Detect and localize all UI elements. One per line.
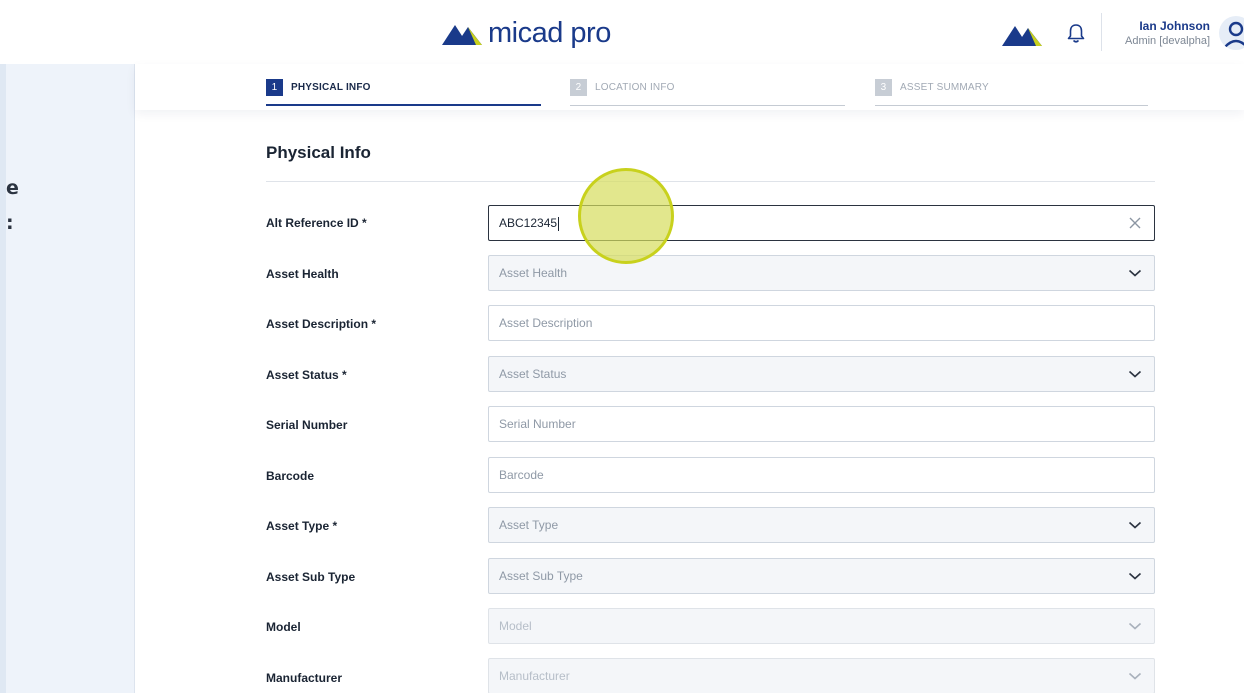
barcode-input[interactable]: Barcode xyxy=(488,457,1155,493)
input-placeholder: Asset Description xyxy=(499,316,593,330)
step-number: 1 xyxy=(266,79,283,96)
field-label: Asset Health xyxy=(266,267,339,281)
close-icon[interactable] xyxy=(1128,216,1142,230)
step-physical-info[interactable]: 1 PHYSICAL INFO xyxy=(266,79,371,96)
field-label: Serial Number xyxy=(266,418,348,432)
chevron-down-icon xyxy=(1128,269,1142,277)
step-asset-summary[interactable]: 3 ASSET SUMMARY xyxy=(875,79,989,96)
step-underline xyxy=(570,105,845,106)
step-location-info[interactable]: 2 LOCATION INFO xyxy=(570,79,675,96)
left-panel-text-fragment: : xyxy=(6,212,14,234)
field-label: Asset Sub Type xyxy=(266,570,356,584)
chevron-down-icon xyxy=(1128,572,1142,580)
app-header: micad pro Ian Johnson Admin [devalpha] xyxy=(0,0,1244,64)
asset-status-select[interactable]: Asset Status xyxy=(488,356,1155,392)
chevron-down-icon xyxy=(1128,370,1142,378)
left-panel-text-fragment: e xyxy=(6,177,19,199)
field-label: Model xyxy=(266,620,301,634)
step-underline xyxy=(875,105,1148,106)
input-placeholder: Serial Number xyxy=(499,417,576,431)
bell-icon[interactable] xyxy=(1066,22,1086,44)
input-placeholder: Asset Status xyxy=(499,367,567,381)
text-caret xyxy=(558,216,560,231)
field-label: Barcode xyxy=(266,469,315,483)
user-name[interactable]: Ian Johnson xyxy=(1120,19,1210,33)
asset-sub-type-select[interactable]: Asset Sub Type xyxy=(488,558,1155,594)
app-logo[interactable]: micad pro xyxy=(442,17,611,49)
wizard-stepper: 1 PHYSICAL INFO 2 LOCATION INFO 3 ASSET … xyxy=(135,64,1244,110)
user-avatar-icon[interactable] xyxy=(1219,16,1244,50)
step-label: LOCATION INFO xyxy=(595,82,675,93)
chevron-down-icon xyxy=(1128,672,1142,680)
input-value: ABC12345 xyxy=(499,216,560,231)
step-label: PHYSICAL INFO xyxy=(291,82,371,93)
input-placeholder: Asset Health xyxy=(499,266,568,280)
input-placeholder: Asset Type xyxy=(499,518,559,532)
input-placeholder: Asset Sub Type xyxy=(499,569,583,583)
asset-health-select[interactable]: Asset Health xyxy=(488,255,1155,291)
section-divider xyxy=(266,181,1155,182)
chevron-down-icon xyxy=(1128,622,1142,630)
model-select[interactable]: Model xyxy=(488,608,1155,644)
asset-type-select[interactable]: Asset Type xyxy=(488,507,1155,543)
input-placeholder: Model xyxy=(499,619,532,633)
field-label: Alt Reference ID * xyxy=(266,216,367,230)
field-label: Asset Type * xyxy=(266,519,338,533)
chevron-down-icon xyxy=(1128,521,1142,529)
brand-mark-icon xyxy=(442,25,482,45)
serial-number-input[interactable]: Serial Number xyxy=(488,406,1155,442)
step-number: 3 xyxy=(875,79,892,96)
field-label: Asset Status * xyxy=(266,368,347,382)
input-placeholder: Barcode xyxy=(499,468,544,482)
step-label: ASSET SUMMARY xyxy=(900,82,989,93)
header-divider xyxy=(1101,13,1102,51)
left-side-panel: e : xyxy=(6,64,135,693)
step-number: 2 xyxy=(570,79,587,96)
manufacturer-select[interactable]: Manufacturer xyxy=(488,658,1155,693)
brand-mark-icon xyxy=(1002,26,1042,46)
input-placeholder: Manufacturer xyxy=(499,669,570,683)
step-underline-active xyxy=(266,104,541,106)
section-title: Physical Info xyxy=(266,143,371,162)
field-label: Manufacturer xyxy=(266,671,343,685)
field-label: Asset Description * xyxy=(266,317,377,331)
click-highlight-indicator xyxy=(578,168,674,264)
asset-description-input[interactable]: Asset Description xyxy=(488,305,1155,341)
brand-name: micad pro xyxy=(488,17,611,49)
user-role: Admin [devalpha] xyxy=(1125,35,1210,47)
